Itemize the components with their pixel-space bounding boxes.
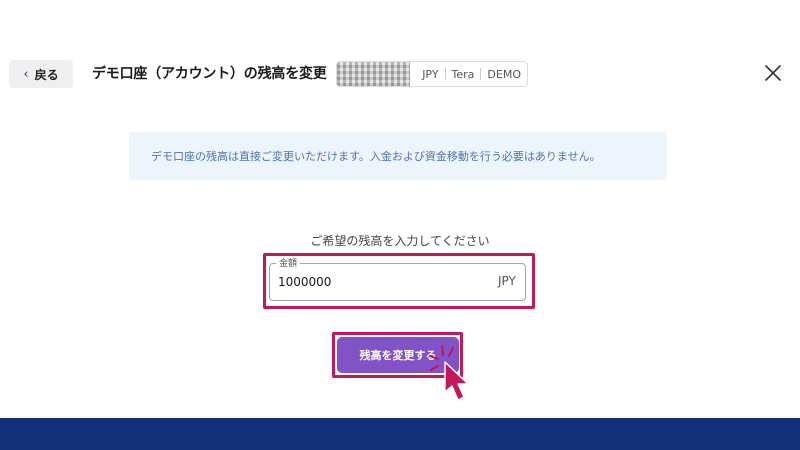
info-banner: デモ口座の残高は直接ご変更いただけます。入金および資金移動を行う必要はありません… (129, 132, 667, 180)
chevron-left-icon: ‹ (23, 66, 29, 82)
account-currency: JPY (422, 67, 439, 81)
amount-label: 金額 (276, 256, 301, 269)
account-type: DEMO (487, 67, 521, 81)
account-chip: JPY Tera DEMO (336, 61, 528, 87)
click-cursor-icon (428, 344, 469, 401)
info-banner-text: デモ口座の残高は直接ご変更いただけます。入金および資金移動を行う必要はありません… (151, 150, 601, 163)
masked-account-id (337, 62, 411, 86)
account-platform: Tera (451, 67, 475, 81)
back-button[interactable]: ‹ 戻る (9, 60, 73, 88)
close-icon[interactable] (764, 64, 782, 82)
back-button-label: 戻る (34, 67, 59, 82)
page-title: デモ口座（アカウント）の残高を変更 (92, 66, 327, 82)
amount-unit: JPY (498, 274, 516, 288)
amount-input[interactable] (278, 272, 478, 292)
balance-prompt: ご希望の残高を入力してください (310, 234, 490, 248)
footer-band (0, 418, 800, 450)
